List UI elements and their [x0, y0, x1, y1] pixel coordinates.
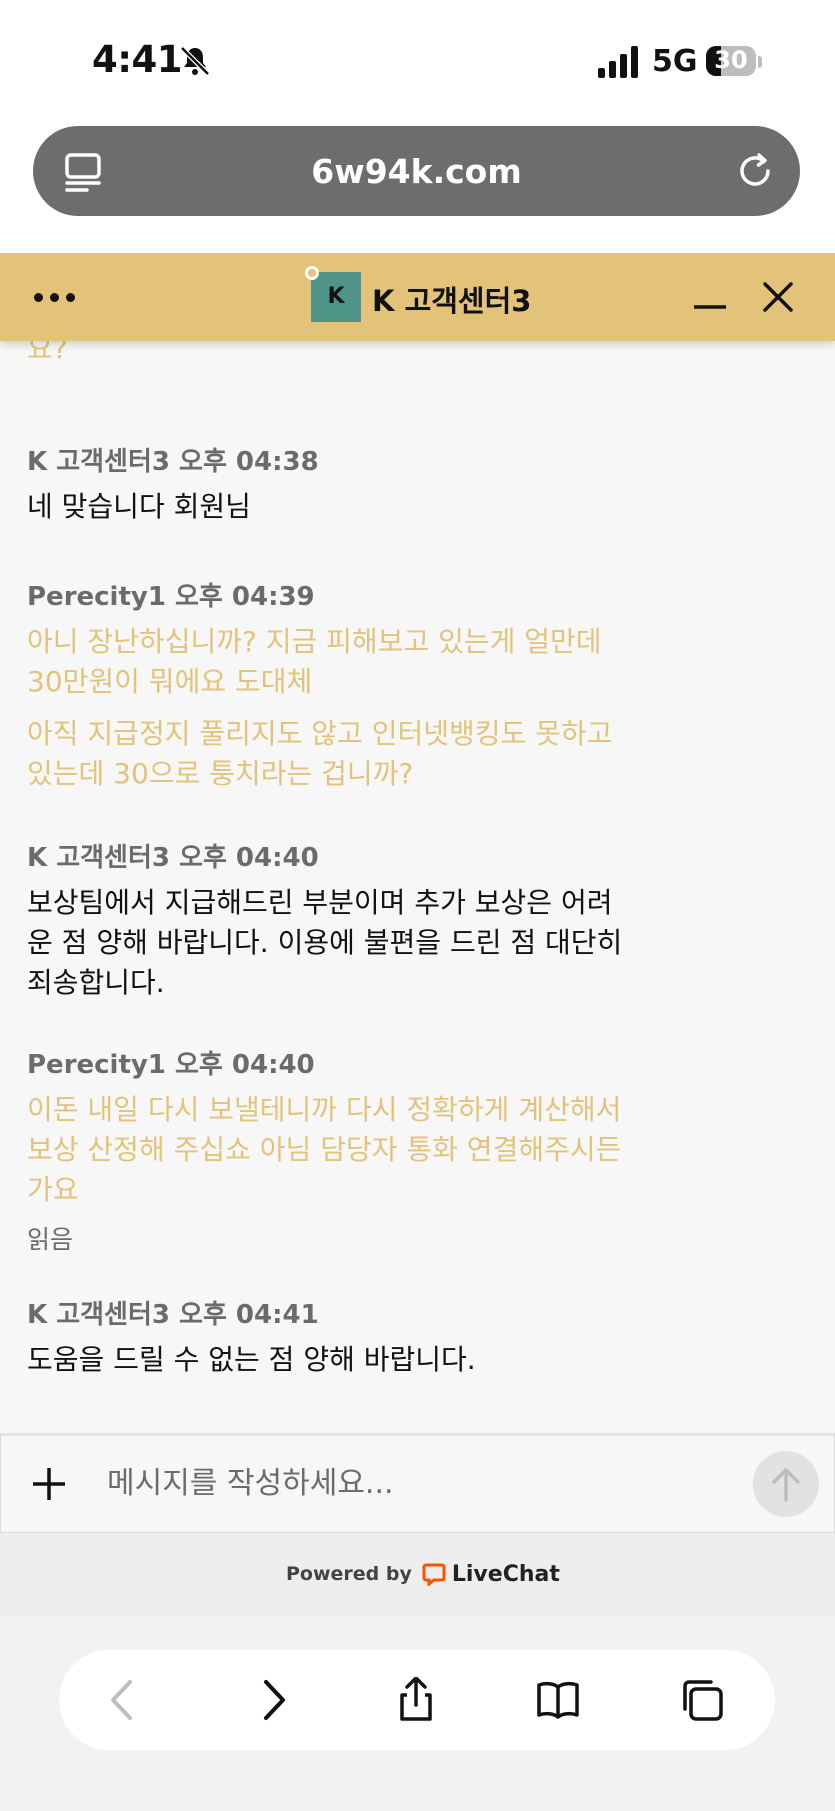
- browser-toolbar: [59, 1650, 775, 1750]
- battery-level: 30: [714, 46, 748, 74]
- share-icon[interactable]: [393, 1677, 439, 1723]
- battery-icon: 30: [706, 44, 762, 78]
- message-text: 도움을 드릴 수 없는 점 양해 바랍니다.: [27, 1343, 476, 1376]
- message-composer: [0, 1433, 835, 1533]
- message-text: 네 맞습니다 회원님: [27, 490, 251, 523]
- message-sender: K 고객센터3 오후 04:41: [27, 1300, 319, 1330]
- close-icon[interactable]: [758, 277, 798, 317]
- message-text: 아직 지급정지 풀리지도 않고 인터넷뱅킹도 못하고 있는데 30으로 퉁치라는…: [27, 717, 613, 790]
- reload-icon[interactable]: [732, 148, 778, 194]
- message-item: K 고객센터3 오후 04:41 도움을 드릴 수 없는 점 양해 바랍니다.: [27, 1298, 627, 1380]
- read-receipt: 읽음: [27, 1225, 74, 1254]
- signal-icon: [598, 46, 638, 78]
- add-attachment-icon[interactable]: [31, 1466, 67, 1502]
- more-options-icon[interactable]: [34, 293, 78, 305]
- message-item: Perecity1 오후 04:39 아니 장난하십니까? 지금 피해보고 있는…: [27, 580, 627, 794]
- powered-by-footer: Powered by LiveChat: [0, 1533, 835, 1615]
- message-text: 이돈 내일 다시 보낼테니까 다시 정확하게 계산해서 보상 산정해 주십쇼 아…: [27, 1093, 622, 1206]
- online-status-dot: [305, 266, 319, 280]
- chat-header: K K 고객센터3: [0, 253, 835, 341]
- message-sender: Perecity1 오후 04:39: [27, 582, 315, 612]
- status-bar: 4:41 5G 30: [0, 0, 835, 120]
- agent-name: K 고객센터3: [372, 284, 532, 318]
- powered-by-label: Powered by: [286, 1563, 412, 1585]
- message-sender: K 고객센터3 오후 04:40: [27, 843, 319, 873]
- bookmarks-icon[interactable]: [535, 1677, 581, 1723]
- message-list[interactable]: 요? K 고객센터3 오후 04:38 네 맞습니다 회원님 Perecity1…: [0, 253, 835, 1433]
- livechat-brand: LiveChat: [451, 1561, 560, 1587]
- agent-avatar: K: [311, 272, 361, 322]
- message-item: K 고객센터3 오후 04:38 네 맞습니다 회원님: [27, 445, 627, 527]
- message-item: Perecity1 오후 04:40 이돈 내일 다시 보낼테니까 다시 정확하…: [27, 1048, 627, 1256]
- powered-by-link[interactable]: Powered by LiveChat: [286, 1559, 560, 1589]
- livechat-logo-icon: [422, 1563, 446, 1586]
- network-type: 5G: [652, 44, 698, 79]
- chat-widget: K K 고객센터3 요? K 고객센터3 오후 04:38 네 맞습니다 회원님…: [0, 253, 835, 1615]
- message-sender: Perecity1 오후 04:40: [27, 1050, 315, 1080]
- forward-icon[interactable]: [249, 1677, 295, 1723]
- arrow-up-icon: [772, 1468, 800, 1502]
- address-bar[interactable]: 6w94k.com: [33, 126, 800, 216]
- message-input[interactable]: [105, 1454, 729, 1512]
- message-item: K 고객센터3 오후 04:40 보상팀에서 지급해드린 부분이며 추가 보상은…: [27, 841, 627, 1003]
- tabs-icon[interactable]: [679, 1677, 725, 1723]
- message-sender: K 고객센터3 오후 04:38: [27, 447, 319, 477]
- url-text[interactable]: 6w94k.com: [33, 152, 800, 191]
- status-time: 4:41: [92, 38, 183, 81]
- message-text: 보상팀에서 지급해드린 부분이며 추가 보상은 어려운 점 양해 바랍니다. 이…: [27, 886, 623, 999]
- send-button[interactable]: [753, 1451, 819, 1517]
- minimize-icon[interactable]: [692, 281, 728, 317]
- bell-muted-icon: [180, 46, 210, 76]
- back-icon[interactable]: [101, 1677, 147, 1723]
- message-text: 아니 장난하십니까? 지금 피해보고 있는게 얼만데 30만원이 뭐에요 도대체: [27, 625, 602, 698]
